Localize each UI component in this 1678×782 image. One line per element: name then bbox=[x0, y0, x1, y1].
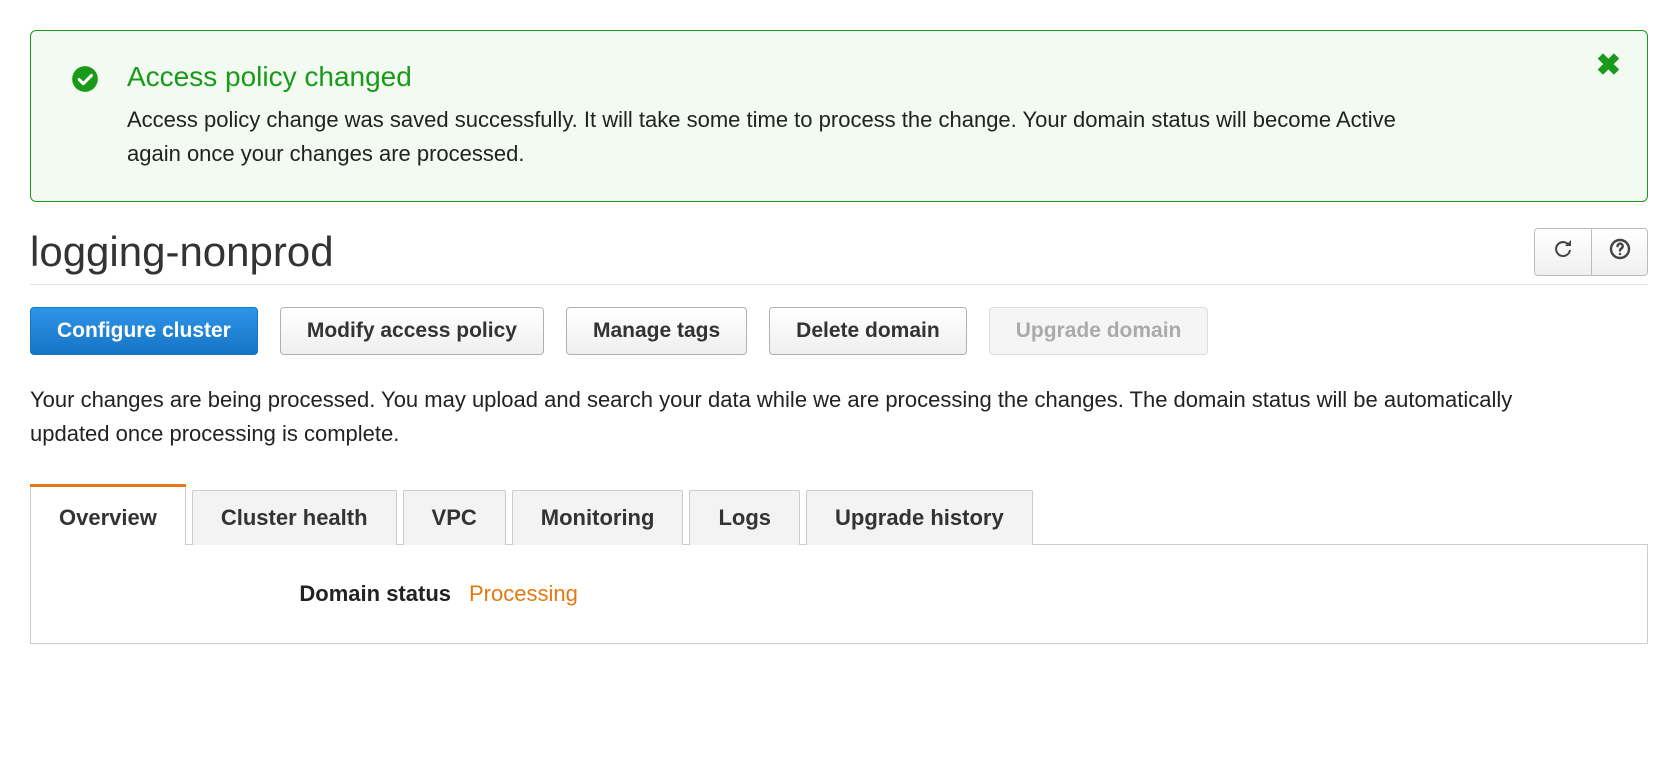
tab-overview[interactable]: Overview bbox=[30, 487, 186, 545]
manage-tags-button[interactable]: Manage tags bbox=[566, 307, 747, 355]
tab-logs[interactable]: Logs bbox=[689, 490, 800, 545]
alert-success: Access policy changed Access policy chan… bbox=[30, 30, 1648, 202]
action-button-row: Configure cluster Modify access policy M… bbox=[30, 307, 1648, 355]
help-icon bbox=[1608, 237, 1632, 267]
upgrade-domain-button: Upgrade domain bbox=[989, 307, 1209, 355]
tab-upgrade-history[interactable]: Upgrade history bbox=[806, 490, 1033, 545]
close-icon[interactable]: ✖ bbox=[1596, 51, 1621, 81]
alert-message: Access policy change was saved successfu… bbox=[127, 103, 1427, 171]
alert-body: Access policy changed Access policy chan… bbox=[127, 61, 1587, 171]
title-row: logging-nonprod bbox=[30, 228, 1648, 285]
refresh-button[interactable] bbox=[1535, 229, 1591, 275]
tab-cluster-health[interactable]: Cluster health bbox=[192, 490, 397, 545]
domain-status-label: Domain status bbox=[71, 581, 451, 607]
delete-domain-button[interactable]: Delete domain bbox=[769, 307, 967, 355]
refresh-icon bbox=[1551, 237, 1575, 267]
domain-status-value: Processing bbox=[469, 581, 578, 607]
title-actions bbox=[1534, 228, 1648, 276]
alert-title: Access policy changed bbox=[127, 61, 1587, 93]
tab-monitoring[interactable]: Monitoring bbox=[512, 490, 684, 545]
help-button[interactable] bbox=[1591, 229, 1647, 275]
domain-status-row: Domain status Processing bbox=[71, 581, 1607, 607]
check-circle-icon bbox=[71, 65, 99, 93]
configure-cluster-button[interactable]: Configure cluster bbox=[30, 307, 258, 355]
tabs-container: Overview Cluster health VPC Monitoring L… bbox=[30, 487, 1648, 644]
modify-access-policy-button[interactable]: Modify access policy bbox=[280, 307, 544, 355]
tab-panel-overview: Domain status Processing bbox=[30, 544, 1648, 644]
tab-list: Overview Cluster health VPC Monitoring L… bbox=[30, 487, 1648, 545]
page-title: logging-nonprod bbox=[30, 228, 334, 276]
tab-vpc[interactable]: VPC bbox=[403, 490, 506, 545]
processing-status-text: Your changes are being processed. You ma… bbox=[30, 383, 1590, 451]
